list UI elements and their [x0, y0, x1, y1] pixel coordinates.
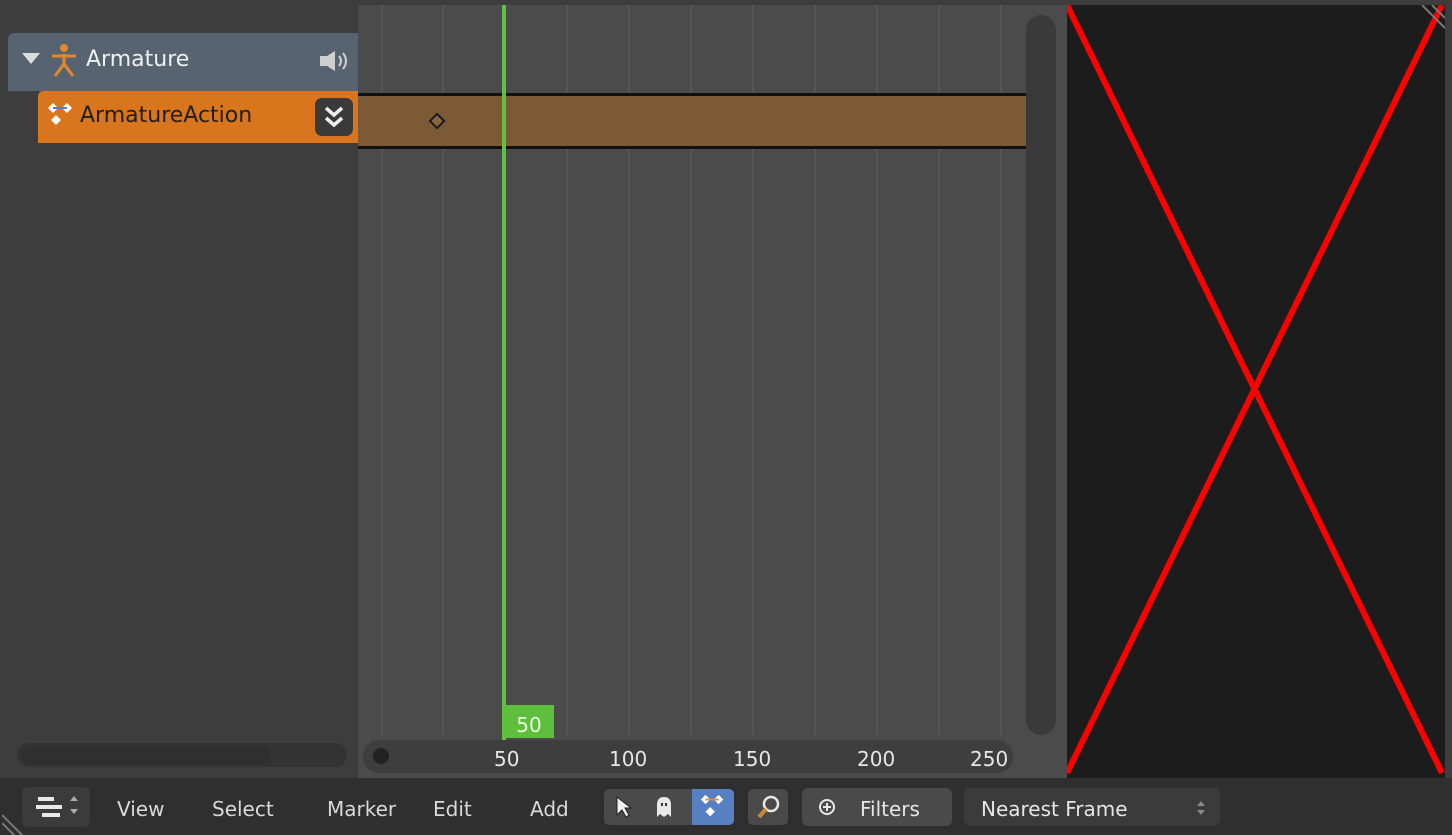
frame-ruler[interactable]: 50 100 150 200 250 [363, 740, 1013, 773]
nla-timeline[interactable]: 50 50 100 150 200 250 [358, 5, 1068, 778]
action-strip[interactable] [358, 93, 1028, 149]
armature-icon [52, 44, 76, 77]
ruler-tick-label: 100 [609, 747, 648, 771]
keyframe-marker[interactable] [428, 112, 446, 130]
filters-dropdown[interactable]: Filters [802, 788, 952, 826]
channel-action-label: ArmatureAction [80, 103, 253, 128]
channel-horizontal-scrollbar[interactable] [17, 743, 347, 767]
menu-edit[interactable]: Edit [433, 797, 472, 821]
ruler-tick-label: 50 [494, 747, 520, 771]
playhead[interactable] [502, 5, 506, 740]
disclosure-triangle-icon[interactable] [22, 53, 40, 64]
ruler-tick-label: 250 [970, 747, 1009, 771]
editor-type-selector[interactable] [22, 787, 90, 827]
ruler-tick-label: 200 [857, 747, 896, 771]
speaker-icon[interactable] [318, 49, 352, 73]
nla-editor-icon [36, 796, 78, 817]
double-chevron-down-icon [324, 106, 344, 128]
missing-image-cross-icon [1067, 5, 1445, 775]
filters-label: Filters [860, 797, 920, 821]
scrollbar-thumb[interactable] [21, 746, 271, 764]
magnifier-icon [757, 795, 780, 819]
action-keyframes-icon [700, 794, 724, 817]
snap-mode-value: Nearest Frame [981, 797, 1128, 821]
channel-action[interactable]: ArmatureAction [38, 91, 358, 143]
area-resize-corner-icon[interactable] [2, 813, 24, 835]
ruler-tick-label: 150 [733, 747, 772, 771]
plus-circle-icon [819, 799, 835, 815]
up-down-arrows-icon [1197, 801, 1205, 815]
editor-header: View Select Marker Edit Add Filters Near… [0, 778, 1452, 835]
channel-armature[interactable]: Armature [8, 33, 358, 91]
menu-marker[interactable]: Marker [327, 797, 396, 821]
action-filter-toggle[interactable] [692, 789, 734, 825]
ruler-knob[interactable] [373, 748, 389, 764]
filter-button-group [604, 789, 734, 825]
current-frame-badge[interactable]: 50 [504, 705, 554, 738]
preview-panel [1067, 5, 1445, 778]
push-down-button[interactable] [315, 98, 353, 136]
action-keyframes-icon [48, 103, 72, 125]
cursor-arrow-icon[interactable] [612, 795, 636, 819]
menu-view[interactable]: View [117, 797, 164, 821]
search-button[interactable] [748, 789, 788, 825]
timeline-vertical-scrollbar[interactable] [1026, 15, 1056, 735]
ghost-icon[interactable] [652, 795, 676, 819]
snap-mode-select[interactable]: Nearest Frame [964, 788, 1220, 826]
menu-select[interactable]: Select [212, 797, 274, 821]
menu-add[interactable]: Add [530, 797, 569, 821]
channel-list: Armature ArmatureAction [0, 5, 358, 778]
channel-armature-label: Armature [86, 47, 190, 72]
